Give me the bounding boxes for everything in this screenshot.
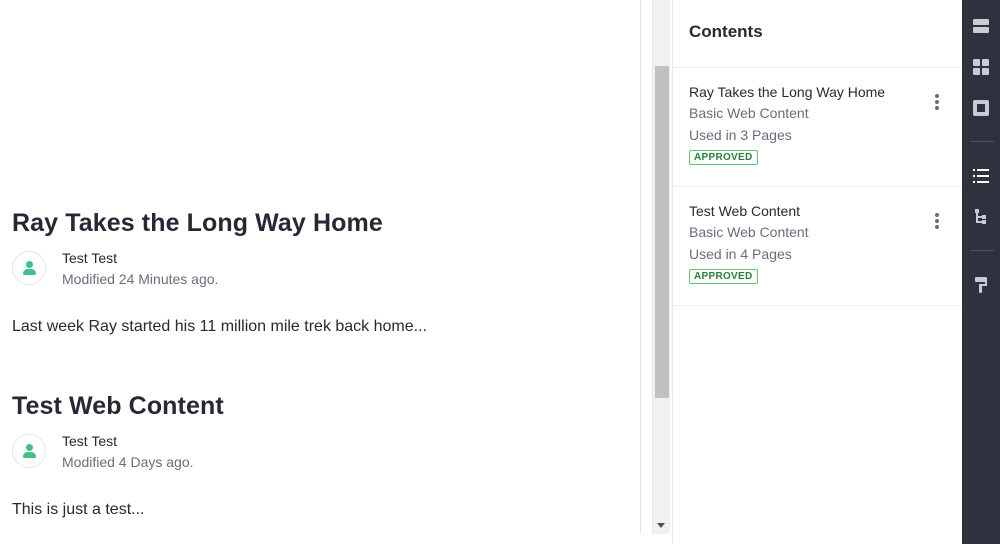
article-excerpt: Last week Ray started his 11 million mil… xyxy=(12,318,427,335)
content-item-title: Test Web Content xyxy=(689,203,801,219)
user-icon xyxy=(26,261,33,268)
author-meta: Test Test Modified 24 Minutes ago. xyxy=(62,248,218,290)
author-name: Test Test xyxy=(62,433,117,449)
user-icon xyxy=(26,444,33,451)
divider xyxy=(640,0,641,534)
article: Test Web Content Test Test Modified 4 Da… xyxy=(12,389,632,521)
widgets-icon[interactable] xyxy=(962,49,1000,85)
paint-roller-icon[interactable] xyxy=(962,267,1000,303)
content-item-title: Ray Takes the Long Way Home xyxy=(689,84,886,100)
panel-title: Contents xyxy=(689,22,763,41)
article-title: Ray Takes the Long Way Home xyxy=(12,209,383,237)
rail-divider xyxy=(970,141,994,142)
author-name: Test Test xyxy=(62,250,117,266)
status-badge: APPROVED xyxy=(689,150,758,165)
avatar xyxy=(12,251,46,285)
panel-header: Contents xyxy=(673,0,962,68)
fragments-icon[interactable] xyxy=(962,8,1000,44)
contents-panel: Contents Ray Takes the Long Way Home Bas… xyxy=(672,0,962,544)
content-item-type: Basic Web Content xyxy=(689,224,809,240)
avatar xyxy=(12,434,46,468)
content-item[interactable]: Ray Takes the Long Way Home Basic Web Co… xyxy=(673,68,962,187)
author-row: Test Test Modified 4 Days ago. xyxy=(12,431,632,473)
vertical-scrollbar[interactable] xyxy=(652,0,670,534)
article-excerpt: This is just a test... xyxy=(12,501,145,518)
contents-list-icon[interactable] xyxy=(962,158,1000,194)
modified-date: Modified 24 Minutes ago. xyxy=(62,271,219,287)
bottom-strip xyxy=(0,534,672,544)
content-item-type: Basic Web Content xyxy=(689,105,809,121)
main-content-area: Ray Takes the Long Way Home Test Test Mo… xyxy=(0,0,640,544)
scroll-down-arrow-icon[interactable] xyxy=(657,523,665,528)
article-title: Test Web Content xyxy=(12,392,224,420)
article: Ray Takes the Long Way Home Test Test Mo… xyxy=(12,206,632,338)
modified-date: Modified 4 Days ago. xyxy=(62,454,194,470)
content-item-usage: Used in 4 Pages xyxy=(689,246,792,262)
page-structure-icon[interactable] xyxy=(962,90,1000,126)
author-row: Test Test Modified 24 Minutes ago. xyxy=(12,248,632,290)
kebab-menu-icon[interactable] xyxy=(932,213,942,233)
status-badge: APPROVED xyxy=(689,269,758,284)
author-meta: Test Test Modified 4 Days ago. xyxy=(62,431,194,473)
scrollbar-thumb[interactable] xyxy=(655,66,669,398)
content-item-usage: Used in 3 Pages xyxy=(689,127,792,143)
kebab-menu-icon[interactable] xyxy=(932,94,942,114)
sidebar-rail xyxy=(962,0,1000,544)
content-item[interactable]: Test Web Content Basic Web Content Used … xyxy=(673,187,962,306)
rail-divider xyxy=(970,250,994,251)
tree-icon[interactable] xyxy=(962,199,1000,235)
